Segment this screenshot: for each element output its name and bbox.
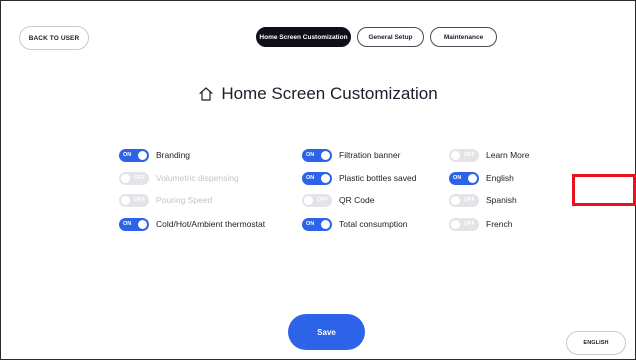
option-label: Spanish bbox=[486, 195, 517, 205]
option-qr-code[interactable]: OFF QR Code bbox=[302, 193, 374, 207]
option-filtration-banner[interactable]: ON Filtration banner bbox=[302, 148, 400, 162]
toggle-state-text: ON bbox=[306, 220, 315, 227]
option-label: Volumetric dispensing bbox=[156, 173, 239, 183]
page-title: Home Screen Customization bbox=[0, 84, 636, 104]
option-label: QR Code bbox=[339, 195, 375, 205]
spanish-toggle[interactable]: OFF bbox=[449, 193, 479, 207]
pouring-speed-toggle[interactable]: OFF bbox=[119, 193, 149, 207]
toggle-knob bbox=[451, 150, 460, 160]
toggle-knob bbox=[468, 173, 477, 183]
toggle-state-text: ON bbox=[123, 151, 132, 158]
option-english[interactable]: ON English bbox=[449, 171, 514, 185]
toggle-knob bbox=[451, 195, 460, 205]
total-consumption-toggle[interactable]: ON bbox=[302, 217, 332, 231]
branding-toggle[interactable]: ON bbox=[119, 148, 149, 162]
page-title-text: Home Screen Customization bbox=[221, 84, 438, 103]
toggle-state-text: OFF bbox=[317, 196, 328, 203]
toggle-state-text: OFF bbox=[134, 174, 145, 181]
back-to-user-button[interactable]: BACK TO USER bbox=[19, 26, 89, 50]
filtration-banner-toggle[interactable]: ON bbox=[302, 148, 332, 162]
home-icon bbox=[199, 87, 213, 101]
english-toggle[interactable]: ON bbox=[449, 171, 479, 185]
toggle-knob bbox=[138, 150, 147, 160]
toggle-knob bbox=[121, 173, 130, 183]
toggle-knob bbox=[321, 150, 330, 160]
option-label: Total consumption bbox=[339, 219, 408, 229]
toggle-knob bbox=[304, 195, 313, 205]
toggle-state-text: OFF bbox=[464, 196, 475, 203]
option-label: Filtration banner bbox=[339, 150, 401, 160]
language-button[interactable]: ENGLISH bbox=[566, 331, 626, 355]
option-learn-more[interactable]: OFF Learn More bbox=[449, 148, 529, 162]
highlight-box bbox=[572, 174, 636, 206]
toggle-state-text: ON bbox=[123, 220, 132, 227]
option-label: Plastic bottles saved bbox=[339, 173, 417, 183]
toggle-state-text: OFF bbox=[134, 196, 145, 203]
option-spanish[interactable]: OFF Spanish bbox=[449, 193, 517, 207]
option-total-consumption[interactable]: ON Total consumption bbox=[302, 217, 408, 231]
option-label: Learn More bbox=[486, 150, 530, 160]
option-thermostat[interactable]: ON Cold/Hot/Ambient thermostat bbox=[119, 217, 265, 231]
toggle-knob bbox=[321, 173, 330, 183]
toggle-state-text: ON bbox=[306, 151, 315, 158]
toggle-state-text: OFF bbox=[464, 151, 475, 158]
thermostat-toggle[interactable]: ON bbox=[119, 217, 149, 231]
qr-code-toggle[interactable]: OFF bbox=[302, 193, 332, 207]
option-label: Cold/Hot/Ambient thermostat bbox=[156, 219, 266, 229]
option-plastic-bottles-saved[interactable]: ON Plastic bottles saved bbox=[302, 171, 416, 185]
option-label: French bbox=[486, 219, 513, 229]
toggle-knob bbox=[451, 219, 460, 229]
plastic-bottles-saved-toggle[interactable]: ON bbox=[302, 171, 332, 185]
save-button[interactable]: Save bbox=[288, 314, 365, 350]
toggle-knob bbox=[321, 219, 330, 229]
option-pouring-speed[interactable]: OFF Pouring Speed bbox=[119, 193, 212, 207]
option-label: English bbox=[486, 173, 514, 183]
tab-maintenance[interactable]: Maintenance bbox=[430, 27, 497, 47]
option-label: Branding bbox=[156, 150, 191, 160]
learn-more-toggle[interactable]: OFF bbox=[449, 148, 479, 162]
option-french[interactable]: OFF French bbox=[449, 217, 512, 231]
option-volumetric-dispensing[interactable]: OFF Volumetric dispensing bbox=[119, 171, 239, 185]
volumetric-dispensing-toggle[interactable]: OFF bbox=[119, 171, 149, 185]
toggle-knob bbox=[138, 219, 147, 229]
french-toggle[interactable]: OFF bbox=[449, 217, 479, 231]
toggle-state-text: OFF bbox=[464, 220, 475, 227]
tab-home-screen-customization[interactable]: Home Screen Customization bbox=[256, 27, 351, 47]
option-label: Pouring Speed bbox=[156, 195, 213, 205]
toggle-state-text: ON bbox=[306, 174, 315, 181]
option-branding[interactable]: ON Branding bbox=[119, 148, 190, 162]
toggle-knob bbox=[121, 195, 130, 205]
tab-general-setup[interactable]: General Setup bbox=[357, 27, 424, 47]
toggle-state-text: ON bbox=[453, 174, 462, 181]
